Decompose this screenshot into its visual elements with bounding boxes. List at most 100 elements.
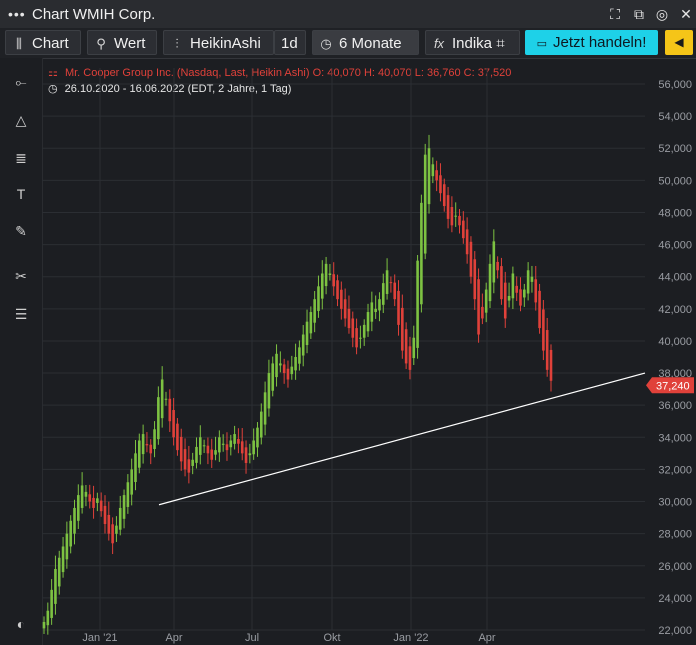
y-tick-label: 40,000: [658, 336, 692, 348]
menu-dots-icon[interactable]: •••: [8, 6, 26, 22]
candle-body: [160, 379, 164, 419]
candle-body: [446, 195, 450, 219]
candle-body: [393, 282, 397, 300]
theme-toggle-icon[interactable]: ◐: [11, 614, 31, 634]
candle-body: [73, 507, 76, 534]
candle-body: [179, 436, 183, 462]
candle-body: [99, 500, 103, 512]
candle-body: [286, 368, 290, 380]
compare-icon: ⌗: [496, 35, 505, 52]
candle-body: [484, 289, 488, 313]
collapse-panel-button[interactable]: ◀: [665, 30, 693, 55]
indicators-button[interactable]: fx Indika ⌗: [425, 30, 520, 55]
candle-body: [496, 261, 499, 271]
candle-body: [206, 445, 210, 454]
range-button[interactable]: ◷ 6 Monate: [312, 30, 419, 55]
triangle-tool-icon[interactable]: △: [11, 110, 31, 130]
y-tick-label: 36,000: [658, 400, 692, 412]
candle-body: [229, 440, 233, 448]
visibility-icon[interactable]: ⚏: [48, 67, 58, 79]
text-tool-icon[interactable]: T: [11, 184, 31, 204]
candle-body: [298, 347, 301, 364]
candle-body: [195, 446, 198, 463]
candle-body: [240, 441, 244, 454]
candle-body: [439, 175, 442, 194]
annotation-tool-icon[interactable]: ✎: [11, 221, 31, 241]
chart-type-button[interactable]: ⫼ Chart: [5, 30, 81, 55]
candle-body: [427, 148, 431, 205]
candle-body: [301, 334, 305, 356]
candle-body: [267, 373, 271, 409]
candle-body: [244, 447, 248, 463]
candle-body: [481, 306, 484, 319]
clock-icon: ◷: [320, 36, 332, 51]
candle-body: [412, 337, 416, 359]
interval-button[interactable]: 1d: [274, 30, 306, 55]
candle-body: [118, 507, 122, 530]
candle-body: [408, 346, 412, 370]
candle-body: [507, 295, 511, 301]
price-tag-shape: [646, 377, 694, 394]
candle-body: [515, 285, 518, 293]
candle-body: [362, 324, 366, 338]
layers-icon[interactable]: ☰: [11, 304, 31, 324]
candle-series: [42, 134, 553, 635]
candle-body: [435, 170, 438, 181]
candle-body: [164, 398, 168, 400]
settings-icon[interactable]: ◎: [654, 6, 670, 22]
clock-icon: ◷: [48, 83, 58, 95]
candle-body: [141, 434, 145, 455]
y-tick-label: 52,000: [658, 143, 692, 155]
trade-now-button[interactable]: ▭ Jetzt handeln!: [525, 30, 658, 55]
candle-body: [92, 497, 95, 508]
price-chart[interactable]: 56,000 54,000 52,000 50,000 48,000 46,000 44,0…: [0, 0, 696, 645]
price-tag-label: 37,240: [656, 380, 690, 392]
heikinashi-icon: ⫶: [175, 36, 179, 51]
y-tick-label: 44,000: [658, 272, 692, 284]
candle-body: [172, 410, 175, 438]
wallet-icon: ▭: [536, 38, 547, 50]
x-tick-label: Okt: [323, 632, 340, 644]
tools-icon[interactable]: ✂: [11, 266, 31, 286]
popout-icon[interactable]: ⧉: [631, 6, 647, 22]
expand-icon[interactable]: ⛶: [607, 6, 623, 22]
y-tick-label: 28,000: [658, 529, 692, 541]
candle-body: [126, 482, 130, 507]
candle-body: [233, 434, 236, 444]
y-tick-label: 32,000: [658, 464, 692, 476]
horizontal-line-tool-icon[interactable]: ⟜: [11, 72, 31, 92]
candle-body: [157, 397, 160, 440]
candle-body: [263, 392, 267, 425]
symbol-search-button[interactable]: ⚲ Wert: [87, 30, 157, 55]
candle-body: [442, 184, 446, 207]
fibonacci-tool-icon[interactable]: ≣: [11, 148, 31, 168]
y-tick-label: 34,000: [658, 432, 692, 444]
candle-body: [237, 438, 240, 444]
y-tick-label: 26,000: [658, 561, 692, 573]
candle-body: [202, 445, 206, 447]
y-tick-label: 56,000: [658, 79, 692, 91]
candle-body: [153, 429, 156, 450]
candle-body: [454, 215, 457, 217]
candle-body: [42, 621, 46, 629]
candle-body: [210, 449, 214, 460]
candle-body: [530, 276, 534, 282]
candle-body: [359, 337, 362, 339]
candle-body: [462, 220, 465, 239]
candle-body: [122, 495, 126, 519]
y-tick-label: 22,000: [658, 625, 692, 637]
candle-body: [187, 459, 191, 473]
trendline[interactable]: [158, 372, 646, 506]
interval-label: 1d: [281, 35, 298, 52]
instrument-name: Mr. Cooper Group Inc. (Nasdaq, Last, Hei…: [64, 67, 310, 79]
candle-body: [450, 207, 454, 226]
last-price-tag: 37,240: [646, 377, 694, 394]
close-icon[interactable]: ✕: [678, 6, 694, 22]
y-tick-label: 24,000: [658, 593, 692, 605]
candle-body: [526, 270, 530, 294]
candle-body: [534, 279, 538, 303]
candle-body: [385, 270, 389, 294]
candle-body: [50, 589, 53, 618]
candle-style-button[interactable]: ⫶ HeikinAshi: [163, 30, 274, 55]
ohlc-high: H: 40,070: [363, 67, 412, 79]
